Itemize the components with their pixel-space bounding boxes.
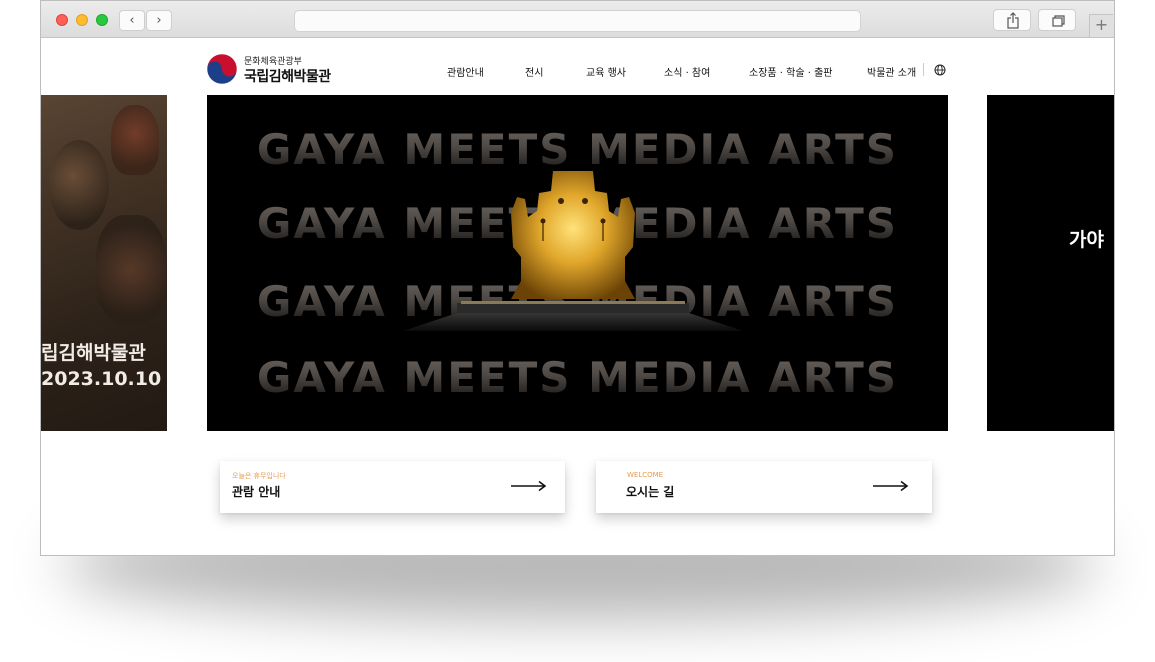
taegeuk-emblem-icon <box>206 53 238 85</box>
browser-window: ‹ › + 문화체육관광부 국립김해박물관 관람안내 전시 교육 행사 소식 ·… <box>40 0 1115 556</box>
museum-name: 국립김해박물관 <box>244 69 331 85</box>
share-button[interactable] <box>993 9 1031 31</box>
close-window-button[interactable] <box>56 14 68 26</box>
carousel-next-slide[interactable]: 가야 <box>987 95 1114 431</box>
nav-education-events[interactable]: 교육 행사 <box>586 64 626 79</box>
mural-figure <box>96 215 166 325</box>
directions-title: 오시는 길 <box>626 485 675 499</box>
minimize-window-button[interactable] <box>76 14 88 26</box>
arrow-right-icon <box>511 480 547 492</box>
carousel-prev-slide[interactable]: 립김해박물관 2023.10.10 <box>41 95 167 431</box>
directions-subtitle: WELCOME <box>627 471 664 479</box>
address-bar[interactable] <box>294 10 861 32</box>
hero-headline: GAYA MEETS MEDIA ARTS <box>207 353 948 402</box>
nav-exhibition[interactable]: 전시 <box>525 64 543 79</box>
nav-divider <box>923 63 924 76</box>
browser-toolbar: ‹ › + <box>41 1 1114 38</box>
back-button[interactable]: ‹ <box>119 10 145 31</box>
visit-info-status: 오늘은 휴무입니다 <box>232 472 286 480</box>
nav-visit-info[interactable]: 관람안내 <box>447 64 484 79</box>
arrow-right-icon <box>873 480 909 492</box>
nav-news-participation[interactable]: 소식 · 참여 <box>664 64 710 79</box>
show-tabs-button[interactable] <box>1038 9 1076 31</box>
nav-collection-research[interactable]: 소장품 · 학술 · 출판 <box>749 64 832 79</box>
prev-slide-date: 2023.10.10 <box>41 368 162 390</box>
prev-slide-title: 립김해박물관 <box>41 342 146 364</box>
tabs-icon <box>1052 15 1065 27</box>
globe-icon[interactable] <box>934 64 946 76</box>
new-tab-button[interactable]: + <box>1089 14 1113 37</box>
nav-about-museum[interactable]: 박물관 소개 <box>867 64 916 79</box>
next-slide-title: 가야 <box>1069 229 1104 251</box>
share-icon <box>1007 12 1019 29</box>
golden-artifact-image <box>403 171 743 331</box>
web-page: 문화체육관광부 국립김해박물관 관람안내 전시 교육 행사 소식 · 참여 소장… <box>41 38 1114 555</box>
zoom-window-button[interactable] <box>96 14 108 26</box>
mural-figure <box>49 140 109 230</box>
visit-info-title: 관람 안내 <box>232 485 281 499</box>
directions-card[interactable]: WELCOME 오시는 길 <box>596 461 932 513</box>
carousel-current-slide[interactable]: GAYA MEETS MEDIA ARTS GAYA MEETS MEDIA A… <box>207 95 948 431</box>
museum-logo[interactable]: 문화체육관광부 국립김해박물관 <box>206 52 346 86</box>
forward-button[interactable]: › <box>146 10 172 31</box>
visit-info-card[interactable]: 오늘은 휴무입니다 관람 안내 <box>220 461 565 513</box>
mural-figure <box>111 105 159 175</box>
